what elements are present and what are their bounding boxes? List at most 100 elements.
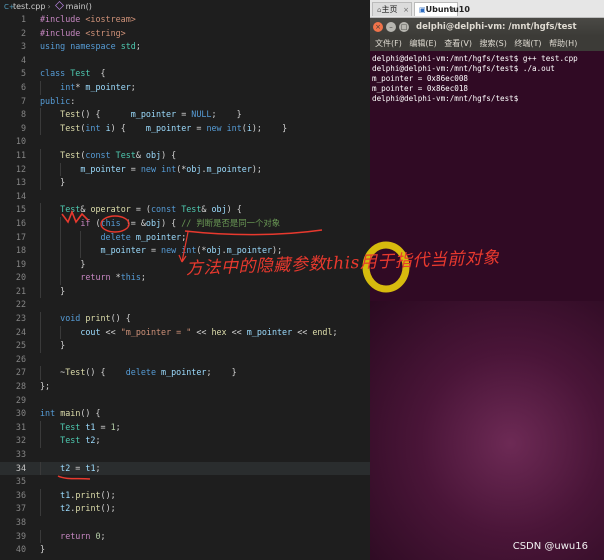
code-text[interactable]: Test(int i) { m_pointer = new int(i); }: [40, 122, 287, 136]
code-text[interactable]: cout << "m_pointer = " << hex << m_point…: [40, 326, 337, 340]
close-icon[interactable]: ×: [403, 3, 409, 17]
code-line[interactable]: 8 Test() { m_pointer = NULL; }: [0, 108, 370, 122]
minimize-window-button[interactable]: –: [386, 22, 396, 32]
code-lines[interactable]: 1 #include <iostream> 2 #include <string> 3 u…: [0, 13, 370, 557]
code-text[interactable]: int* m_pointer;: [40, 81, 136, 95]
line-number: 13: [15, 177, 26, 188]
maximize-window-button[interactable]: □: [399, 22, 409, 32]
line-number: 22: [15, 299, 26, 310]
code-text[interactable]: return 0;: [40, 530, 105, 544]
terminal-window[interactable]: ⌂主页 × ▣Ubuntu10 × × – □ delphi@delphi-vm: …: [370, 0, 604, 560]
code-text[interactable]: }: [40, 258, 85, 272]
code-line[interactable]: 27 ~Test() { delete m_pointer; }: [0, 366, 370, 381]
code-line[interactable]: 30 int main() {: [0, 407, 370, 421]
code-text[interactable]: class Test {: [40, 67, 106, 81]
menu-terminal[interactable]: 终端(T): [514, 39, 541, 48]
close-icon[interactable]: ×: [449, 3, 455, 17]
code-text[interactable]: void print() {: [40, 312, 131, 326]
tab-ubuntu[interactable]: ▣Ubuntu10 ×: [414, 2, 470, 17]
code-text[interactable]: m_pointer = new int(*obj.m_pointer);: [40, 163, 262, 177]
code-line[interactable]: 40}: [0, 543, 370, 557]
code-line[interactable]: 37 t2.print();: [0, 502, 370, 516]
code-line[interactable]: 3 using namespace std;: [0, 40, 370, 54]
code-text[interactable]: t2 = t1;: [40, 462, 100, 476]
window-titlebar[interactable]: × – □ delphi@delphi-vm: /mnt/hgfs/test: [370, 18, 604, 36]
code-line[interactable]: 35: [0, 475, 370, 489]
code-line[interactable]: 33: [0, 448, 370, 462]
code-line[interactable]: 28};: [0, 380, 370, 394]
code-line[interactable]: 34 t2 = t1;: [0, 461, 370, 476]
code-text[interactable]: delete m_pointer;: [40, 231, 187, 245]
code-text[interactable]: ~Test() { delete m_pointer; }: [40, 366, 237, 380]
code-line[interactable]: 17 delete m_pointer;: [0, 230, 370, 245]
code-text[interactable]: int main() {: [40, 407, 101, 421]
code-line[interactable]: 36 t1.print();: [0, 488, 370, 503]
code-line[interactable]: 1 #include <iostream>: [0, 13, 370, 27]
menu-help[interactable]: 帮助(H): [549, 39, 577, 48]
code-line[interactable]: 24 cout << "m_pointer = " << hex << m_po…: [0, 325, 370, 340]
code-text[interactable]: }: [40, 339, 65, 353]
code-line[interactable]: 14: [0, 190, 370, 204]
code-line[interactable]: 25 }: [0, 339, 370, 353]
code-line[interactable]: 38: [0, 516, 370, 530]
code-text[interactable]: Test t2;: [40, 434, 100, 448]
breadcrumb-symbol[interactable]: main(): [66, 2, 92, 11]
code-text[interactable]: Test() { m_pointer = NULL; }: [40, 108, 242, 122]
breadcrumb-file[interactable]: test.cpp: [13, 2, 45, 11]
code-text[interactable]: }: [40, 285, 65, 299]
code-text[interactable]: #include <iostream>: [40, 13, 136, 27]
code-text[interactable]: t2.print();: [40, 502, 116, 516]
code-text[interactable]: Test(const Test& obj) {: [40, 149, 176, 163]
line-number: 25: [15, 340, 26, 351]
code-text[interactable]: };: [40, 380, 50, 394]
code-line[interactable]: 13 }: [0, 176, 370, 190]
code-text[interactable]: Test t1 = 1;: [40, 421, 121, 435]
code-line[interactable]: 31 Test t1 = 1;: [0, 420, 370, 435]
code-line[interactable]: 6 int* m_pointer;: [0, 80, 370, 95]
code-text[interactable]: public:: [40, 95, 75, 109]
code-line[interactable]: 18 m_pointer = new int(*obj.m_pointer);: [0, 244, 370, 258]
code-text[interactable]: using namespace std;: [40, 40, 141, 54]
menu-view[interactable]: 查看(V): [444, 39, 472, 48]
code-line[interactable]: 23 void print() {: [0, 312, 370, 326]
code-text[interactable]: m_pointer = new int(*obj.m_pointer);: [40, 244, 283, 258]
code-line[interactable]: 12 m_pointer = new int(*obj.m_pointer);: [0, 162, 370, 177]
code-line[interactable]: 22: [0, 298, 370, 312]
code-line[interactable]: 15 Test& operator = (const Test& obj) {: [0, 203, 370, 217]
code-line[interactable]: 5 class Test {: [0, 67, 370, 81]
code-line[interactable]: 20 return *this;: [0, 271, 370, 285]
code-line[interactable]: 7 public:: [0, 95, 370, 109]
menu-search[interactable]: 搜索(S): [480, 39, 507, 48]
code-line[interactable]: 2 #include <string>: [0, 27, 370, 41]
code-text[interactable]: return *this;: [40, 271, 146, 285]
code-line[interactable]: 9 Test(int i) { m_pointer = new int(i); …: [0, 121, 370, 136]
code-line[interactable]: 39 return 0;: [0, 529, 370, 544]
code-text[interactable]: t1.print();: [40, 489, 116, 503]
code-line[interactable]: 11 Test(const Test& obj) {: [0, 148, 370, 163]
menu-file[interactable]: 文件(F): [375, 39, 402, 48]
vm-tab-bar: ⌂主页 × ▣Ubuntu10 ×: [370, 0, 604, 18]
code-text[interactable]: }: [40, 176, 65, 190]
menu-edit[interactable]: 编辑(E): [409, 39, 436, 48]
code-text[interactable]: }: [40, 543, 45, 557]
code-line[interactable]: 4: [0, 54, 370, 68]
code-text[interactable]: Test& operator = (const Test& obj) {: [40, 203, 242, 217]
code-line[interactable]: 26: [0, 353, 370, 367]
desktop-background: [370, 301, 604, 560]
indent-guide: [40, 339, 41, 353]
indent-guide: [40, 312, 41, 326]
terminal-line: m_pointer = 0x86ec018: [372, 84, 469, 93]
code-text[interactable]: if (this != &obj) { // 判断是否是同一个对象: [40, 217, 280, 231]
code-line[interactable]: 21 }: [0, 284, 370, 299]
tab-home[interactable]: ⌂主页 ×: [372, 2, 412, 16]
code-text[interactable]: #include <string>: [40, 27, 126, 41]
code-line[interactable]: 32 Test t2;: [0, 434, 370, 448]
close-window-button[interactable]: ×: [373, 22, 383, 32]
code-line[interactable]: 16 if (this != &obj) { // 判断是否是同一个对象: [0, 216, 370, 231]
code-line[interactable]: 29: [0, 394, 370, 408]
terminal-output[interactable]: delphi@delphi-vm:/mnt/hgfs/test$ g++ tes…: [370, 51, 604, 301]
code-editor[interactable]: C+test.cpp › main() 1 #include <iostream> 2 #…: [0, 0, 370, 560]
code-line[interactable]: 19 }: [0, 257, 370, 272]
line-number: 35: [15, 476, 26, 487]
code-line[interactable]: 10: [0, 135, 370, 149]
